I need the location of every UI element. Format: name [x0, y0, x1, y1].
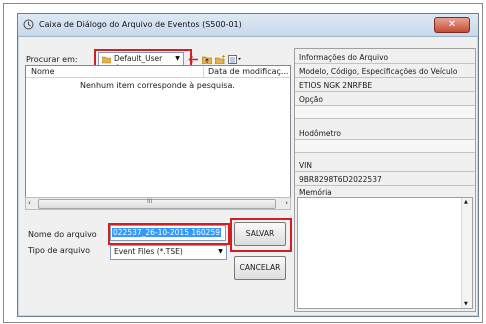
option-label: Opção — [299, 95, 323, 104]
odometer-value-field — [295, 140, 475, 152]
filename-label: Nome do arquivo — [28, 230, 97, 239]
save-button[interactable]: SALVAR — [234, 222, 286, 246]
info-header: Informações do Arquivo — [299, 53, 389, 62]
title-bar: Caixa de Diálogo do Arquivo de Eventos (… — [18, 14, 478, 37]
cancel-button[interactable]: CANCELAR — [234, 256, 286, 280]
column-header-name[interactable]: Nome — [31, 67, 55, 76]
sort-caret-icon: ˄ — [116, 64, 119, 71]
odometer-label: Hodômetro — [299, 129, 341, 138]
column-header-date[interactable]: Data de modificaç... — [208, 67, 289, 76]
scroll-up-icon[interactable]: ▲ — [464, 199, 468, 205]
close-icon: ✕ — [447, 19, 457, 30]
memory-textarea[interactable]: ▲ ▼ — [297, 197, 473, 309]
filename-value: 022537_26-10-2015 160259 — [112, 228, 221, 237]
divider — [295, 185, 475, 186]
horizontal-scrollbar[interactable]: ‹ III › — [25, 197, 291, 210]
divider — [295, 171, 475, 172]
chevron-down-icon[interactable]: ▼ — [173, 54, 182, 64]
back-arrow-icon[interactable] — [188, 55, 199, 64]
vertical-scrollbar[interactable]: ▲ ▼ — [461, 198, 472, 308]
scroll-thumb[interactable]: III — [38, 198, 276, 209]
up-folder-icon[interactable] — [202, 55, 212, 64]
divider — [295, 91, 475, 92]
file-list-header: Nome ˄ Data de modificaç... — [26, 64, 290, 78]
event-file-dialog: Caixa de Diálogo do Arquivo de Eventos (… — [17, 13, 479, 317]
vin-value: 9BR8298T6D2022537 — [299, 175, 382, 184]
vin-label: VIN — [299, 161, 312, 170]
look-in-label: Procurar em: — [26, 55, 78, 64]
model-label: Modelo, Código, Especificações do Veícul… — [299, 67, 458, 76]
column-divider — [203, 66, 204, 77]
user-folder-icon — [102, 56, 111, 64]
scroll-right-icon[interactable]: › — [285, 198, 288, 208]
file-list[interactable]: Nome ˄ Data de modificaç... Nenhum item … — [25, 64, 291, 199]
divider — [295, 63, 475, 64]
empty-list-message: Nenhum item corresponde à pesquisa. — [80, 81, 235, 90]
filetype-label: Tipo de arquivo — [28, 246, 90, 255]
filetype-value: Event Files (*.TSE) — [114, 247, 183, 256]
divider — [295, 118, 475, 119]
scroll-left-icon[interactable]: ‹ — [28, 198, 31, 208]
option-value-field — [295, 106, 475, 118]
file-info-panel: Informações do Arquivo Modelo, Código, E… — [294, 48, 476, 312]
close-button[interactable]: ✕ — [434, 17, 470, 33]
filetype-dropdown[interactable]: Event Files (*.TSE) ▼ — [110, 245, 227, 260]
window-title: Caixa de Diálogo do Arquivo de Eventos (… — [39, 20, 242, 29]
app-icon — [23, 19, 34, 30]
model-value: ETIOS NGK 2NRFBE — [299, 81, 373, 90]
new-folder-icon[interactable] — [215, 55, 226, 64]
memory-label: Memória — [299, 188, 332, 197]
divider — [295, 152, 475, 153]
scroll-grip-icon: III — [147, 198, 153, 205]
chevron-down-icon[interactable]: ▼ — [216, 247, 225, 257]
look-in-value: Default_User — [114, 54, 163, 63]
divider — [295, 77, 475, 78]
scroll-down-icon[interactable]: ▼ — [464, 301, 468, 307]
view-menu-icon[interactable] — [228, 55, 242, 64]
filename-input[interactable]: 022537_26-10-2015 160259 — [110, 225, 226, 241]
